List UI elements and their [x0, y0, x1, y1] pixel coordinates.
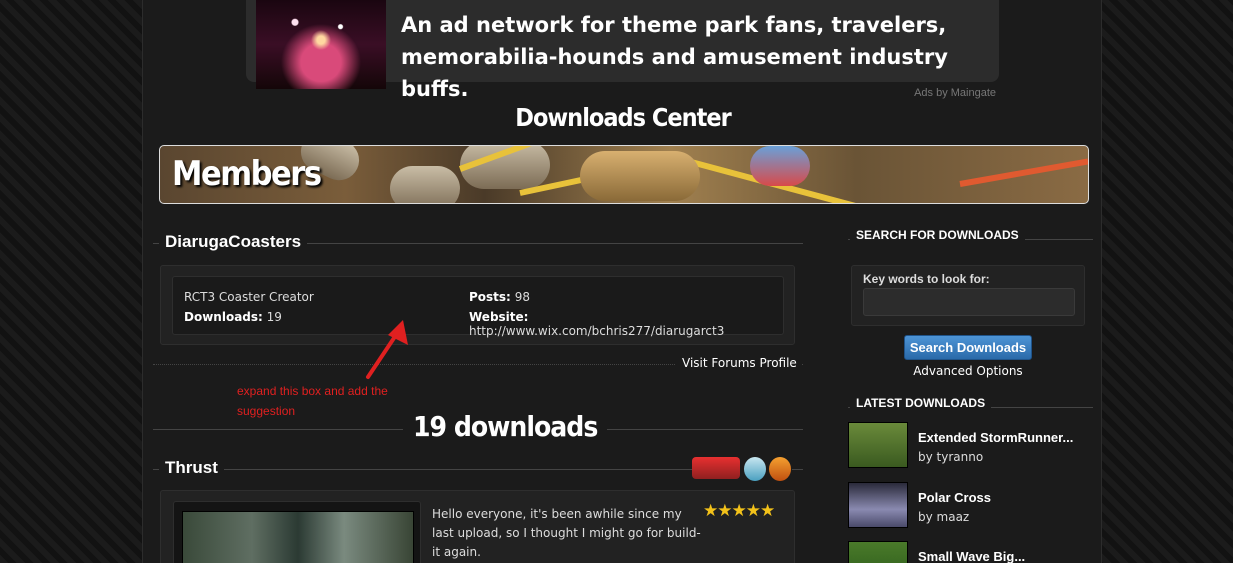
download-card: Hello everyone, it's been awhile since m…	[160, 490, 795, 563]
website-link[interactable]: http://www.wix.com/bchris277/diarugarct3	[469, 324, 724, 338]
fireworks-ad-image[interactable]	[256, 0, 386, 89]
search-heading-label: SEARCH FOR DOWNLOADS	[850, 228, 1025, 242]
downloads-value: 19	[266, 310, 282, 324]
website-label: Website:	[469, 310, 529, 324]
rct-logo-icon	[692, 457, 740, 479]
member-name: DiarugaCoasters	[159, 232, 308, 252]
member-website: Website: http://www.wix.com/bchris277/di…	[469, 310, 783, 338]
member-role: RCT3 Coaster Creator	[184, 290, 314, 304]
coaster-car	[750, 146, 810, 186]
game-badges	[692, 455, 792, 483]
search-input[interactable]	[863, 288, 1075, 316]
latest-download-item[interactable]: Extended StormRunner... by tyranno	[848, 422, 1093, 470]
download-description: Hello everyone, it's been awhile since m…	[432, 507, 701, 559]
latest-download-thumbnail[interactable]	[848, 422, 908, 468]
posts-label: Posts:	[469, 290, 511, 304]
latest-download-author[interactable]: by maaz	[918, 510, 969, 524]
tiger-icon	[769, 457, 791, 481]
member-profile-details: RCT3 Coaster Creator Downloads: 19 Posts…	[172, 276, 784, 338]
search-downloads-button[interactable]: Search Downloads	[904, 335, 1032, 360]
page-container: An ad network for theme park fans, trave…	[142, 0, 1102, 563]
latest-download-title[interactable]: Extended StormRunner...	[918, 430, 1073, 445]
search-box: Key words to look for:	[851, 265, 1085, 326]
banner-tube	[390, 166, 460, 203]
member-posts: Posts: 98	[469, 290, 530, 304]
latest-download-author[interactable]: by tyranno	[918, 450, 983, 464]
posts-value: 98	[514, 290, 530, 304]
latest-download-title[interactable]: Polar Cross	[918, 490, 991, 505]
latest-download-item[interactable]: Polar Cross by maaz	[848, 482, 1093, 530]
downloads-count: 19 downloads	[403, 410, 608, 443]
annotation-arrow-icon	[366, 320, 408, 379]
download-thumbnail[interactable]	[182, 511, 414, 563]
latest-download-thumbnail[interactable]	[848, 482, 908, 528]
members-banner: Members	[159, 145, 1089, 204]
member-profile-box: RCT3 Coaster Creator Downloads: 19 Posts…	[160, 265, 795, 345]
downloads-count-heading: 19 downloads	[153, 410, 803, 446]
latest-download-thumbnail[interactable]	[848, 541, 908, 563]
banner-title: Members	[172, 154, 322, 194]
shark-icon	[744, 457, 766, 481]
latest-download-title[interactable]: Small Wave Big...	[918, 549, 1025, 563]
ad-banner[interactable]: An ad network for theme park fans, trave…	[246, 0, 999, 101]
advanced-options-link[interactable]: Advanced Options	[848, 364, 1088, 378]
latest-download-item[interactable]: Small Wave Big...	[848, 541, 1093, 563]
visit-forums-profile-link[interactable]: Visit Forums Profile	[676, 356, 802, 370]
search-heading: SEARCH FOR DOWNLOADS	[848, 228, 1093, 250]
banner-beam	[959, 158, 1088, 187]
member-downloads: Downloads: 19	[184, 310, 282, 324]
member-heading: DiarugaCoasters	[153, 232, 803, 254]
ad-credit[interactable]: Ads by Maingate	[863, 87, 996, 99]
rating-stars-icon: ★★★★★	[703, 501, 775, 521]
download-thumbnail-frame	[173, 501, 421, 563]
banner-tube	[580, 151, 700, 201]
latest-downloads-heading: LATEST DOWNLOADS	[848, 396, 1093, 418]
page-title: Downloads Center	[515, 103, 731, 132]
downloads-label: Downloads:	[184, 310, 263, 324]
search-keywords-label: Key words to look for:	[863, 272, 990, 286]
download-title-link[interactable]: Thrust	[159, 458, 224, 478]
latest-downloads-label: LATEST DOWNLOADS	[850, 396, 992, 410]
